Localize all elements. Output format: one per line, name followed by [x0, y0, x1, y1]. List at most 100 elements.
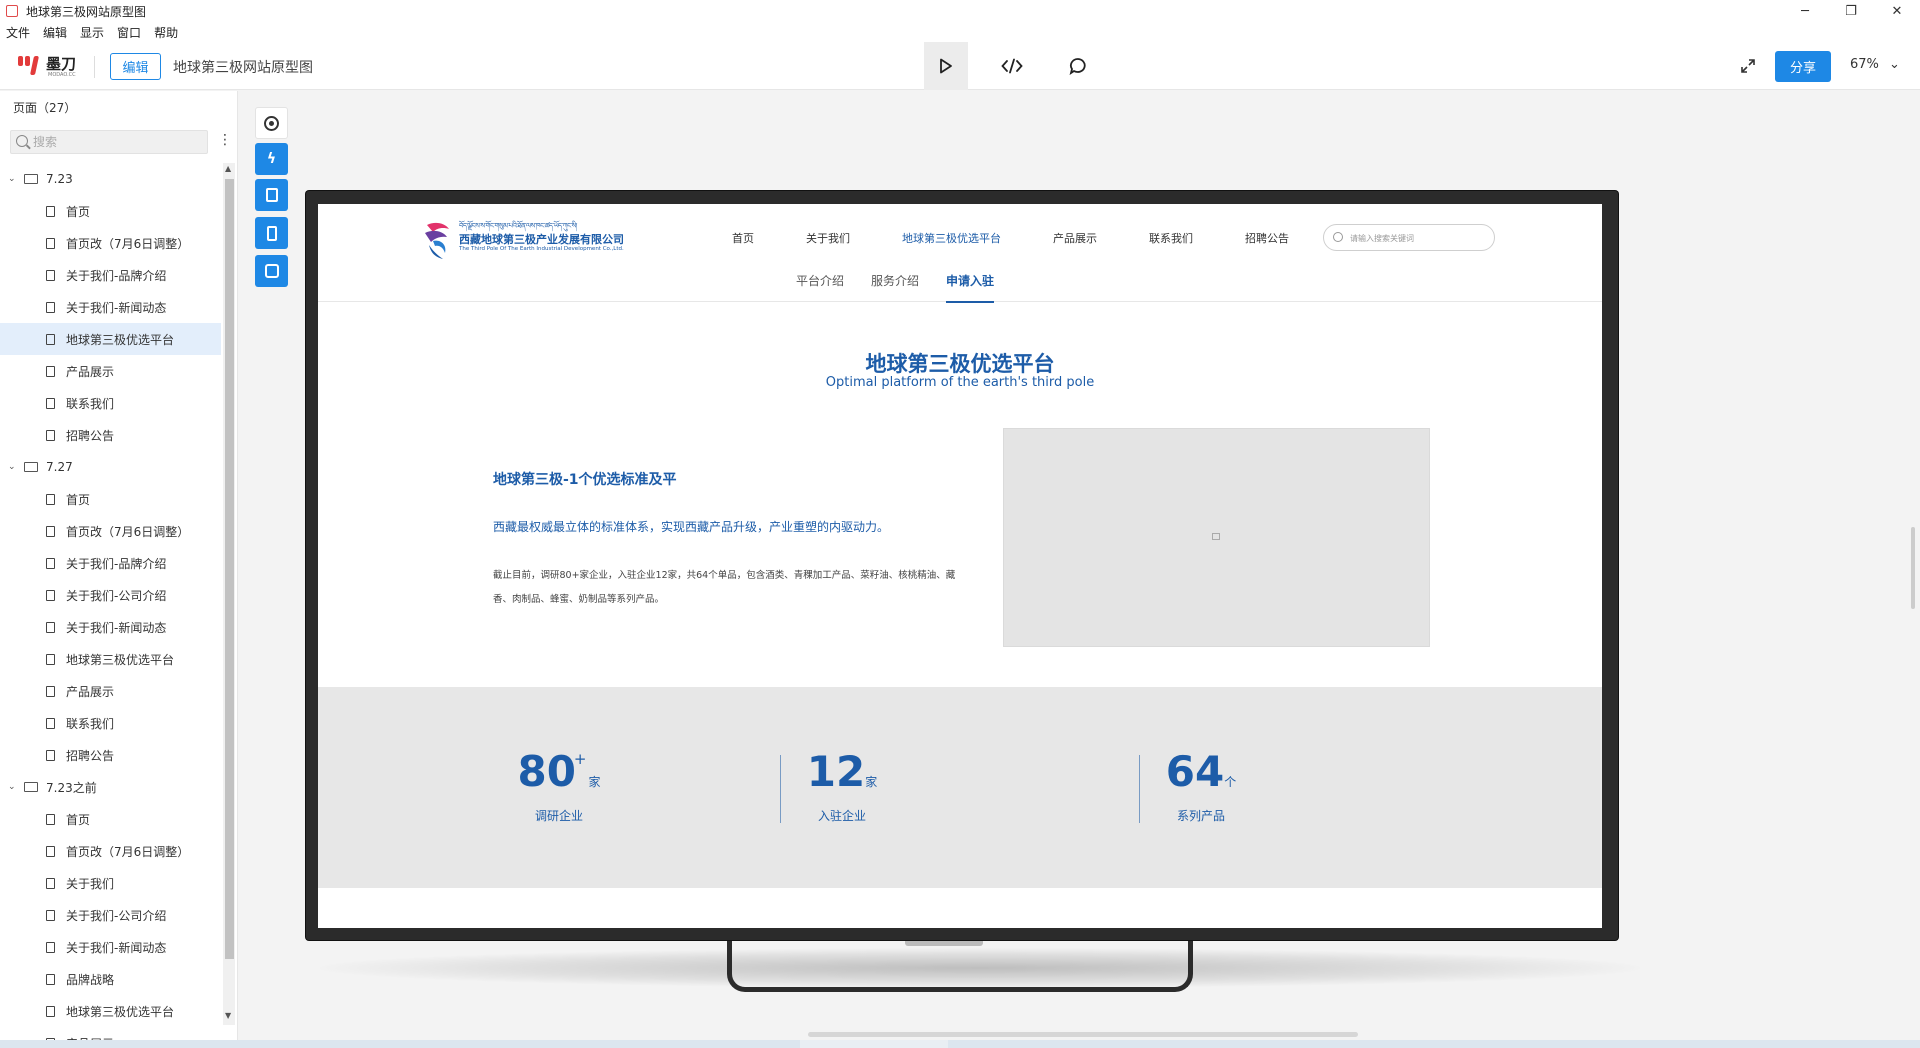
page-item[interactable]: 产品展示 — [0, 675, 221, 707]
tree-item-label: 首页改（7月6日调整） — [66, 844, 190, 859]
chevron-down-icon[interactable]: ⌄ — [8, 782, 18, 792]
zoom-select[interactable]: 67% ⌄ — [1850, 57, 1900, 72]
page-item[interactable]: 招聘公告 — [0, 419, 221, 451]
site-nav-platform[interactable]: 地球第三极优选平台 — [902, 230, 1001, 246]
app-logo[interactable]: 墨刀 MODAO.CC — [18, 53, 76, 78]
code-button[interactable] — [990, 42, 1034, 90]
page-search-input[interactable] — [33, 134, 203, 150]
page-item[interactable]: 联系我们 — [0, 387, 221, 419]
site-nav-products[interactable]: 产品展示 — [1053, 230, 1097, 246]
target-button[interactable] — [255, 107, 288, 139]
page-item[interactable]: 关于我们-品牌介绍 — [0, 547, 221, 579]
logo-mark-icon — [18, 53, 42, 75]
page-icon — [46, 845, 55, 857]
page-item[interactable]: 产品展示 — [0, 355, 221, 387]
menu-edit[interactable]: 编辑 — [43, 24, 67, 41]
fullscreen-icon[interactable] — [1738, 56, 1758, 76]
site-nav-about[interactable]: 关于我们 — [806, 230, 850, 246]
play-button[interactable] — [924, 42, 968, 90]
folder-icon — [24, 782, 38, 792]
site-nav-contact[interactable]: 联系我们 — [1149, 230, 1193, 246]
stat-plus: + — [573, 750, 587, 768]
tree-item-label: 关于我们-公司介绍 — [66, 588, 167, 603]
code-icon — [1001, 58, 1023, 74]
toggle-button[interactable] — [255, 255, 288, 287]
page-item[interactable]: 关于我们-新闻动态 — [0, 931, 221, 963]
page-item[interactable]: 地球第三极优选平台 — [0, 323, 221, 355]
site-search[interactable] — [1323, 224, 1495, 251]
minimize-button[interactable]: ─ — [1782, 0, 1828, 22]
page-icon — [46, 301, 55, 313]
subnav-platform-intro[interactable]: 平台介绍 — [796, 272, 844, 303]
folder-item[interactable]: ⌄ 7.23之前 — [0, 771, 221, 803]
chevron-down-icon[interactable]: ⌄ — [8, 174, 18, 184]
site-header: བོད་ལྗོངས་ས་གོང་གསུམ་པའི་ཐོན་ལས་ཁང་ཚད་ཡོ… — [318, 204, 1602, 303]
page-item[interactable]: 关于我们-公司介绍 — [0, 579, 221, 611]
subnav-service-intro[interactable]: 服务介绍 — [871, 272, 919, 303]
page-icon — [46, 749, 55, 761]
canvas-vertical-scrollbar[interactable] — [1911, 527, 1915, 609]
sidebar-scroll-thumb[interactable] — [225, 179, 234, 959]
tree-item-label: 首页 — [66, 204, 91, 219]
share-button[interactable]: 分享 — [1775, 51, 1831, 82]
stat-unit: 个 — [1224, 775, 1237, 789]
folder-item[interactable]: ⌄ 7.27 — [0, 451, 221, 483]
scroll-up-icon[interactable]: ▲ — [225, 164, 231, 173]
site-logo[interactable]: བོད་ལྗོངས་ས་གོང་གསུམ་པའི་ཐོན་ལས་ཁང་ཚད་ཡོ… — [423, 219, 624, 263]
preview-tools — [924, 42, 1122, 90]
tree-item-label: 地球第三极优选平台 — [66, 1004, 175, 1019]
page-item[interactable]: 首页改（7月6日调整） — [0, 835, 221, 867]
tv-stand-notch — [905, 940, 983, 946]
site-search-input[interactable] — [1350, 231, 1480, 245]
comment-button[interactable] — [1056, 42, 1100, 90]
page-item[interactable]: 地球第三极优选平台 — [0, 643, 221, 675]
zoom-value: 67% — [1850, 57, 1879, 72]
restore-button[interactable]: ❐ — [1828, 0, 1874, 22]
page-item[interactable]: 联系我们 — [0, 707, 221, 739]
page-item[interactable]: 首页 — [0, 483, 221, 515]
page-item[interactable]: 关于我们 — [0, 867, 221, 899]
menu-view[interactable]: 显示 — [80, 24, 104, 41]
chevron-down-icon[interactable]: ⌄ — [8, 462, 18, 472]
page-item[interactable]: 首页 — [0, 195, 221, 227]
device-button[interactable] — [255, 217, 288, 249]
edit-button[interactable]: 编辑 — [110, 53, 161, 80]
page-tree: ⌄ 7.23 首页 首页改（7月6日调整） 关于我们-品牌介绍 关于我们-新闻动态 地球第三… — [0, 163, 221, 1048]
more-options-icon[interactable]: ⋮ — [218, 132, 232, 148]
scroll-down-icon[interactable]: ▼ — [225, 1011, 231, 1020]
window-title: 地球第三极网站原型图 — [26, 4, 147, 19]
subnav-apply[interactable]: 申请入驻 — [946, 272, 995, 303]
menu-window[interactable]: 窗口 — [117, 24, 141, 41]
notes-button[interactable] — [255, 179, 288, 211]
intro-heading: 地球第三极-1个优选标准及平 — [493, 472, 677, 488]
page-item[interactable]: 首页 — [0, 803, 221, 835]
page-icon — [46, 333, 55, 345]
site-nav-home[interactable]: 首页 — [732, 230, 754, 246]
menu-file[interactable]: 文件 — [6, 24, 30, 41]
page-icon — [46, 365, 55, 377]
chevron-down-icon: ⌄ — [1889, 57, 1900, 72]
page-item[interactable]: 首页改（7月6日调整） — [0, 227, 221, 259]
sidebar-scrollbar[interactable]: ▲ ▼ — [223, 163, 235, 1025]
interaction-button[interactable]: ϟ — [255, 143, 288, 175]
folder-item[interactable]: ⌄ 7.23 — [0, 163, 221, 195]
prototype-screen[interactable]: བོད་ལྗོངས་ས་གོང་གསུམ་པའི་ཐོན་ལས་ཁང་ཚད་ཡོ… — [318, 204, 1602, 928]
page-item[interactable]: 关于我们-品牌介绍 — [0, 259, 221, 291]
page-item[interactable]: 首页改（7月6日调整） — [0, 515, 221, 547]
section-title: 地球第三极优选平台 — [865, 352, 1055, 376]
page-icon — [46, 429, 55, 441]
close-button[interactable]: ✕ — [1874, 0, 1920, 22]
page-item[interactable]: 关于我们-新闻动态 — [0, 291, 221, 323]
page-icon — [46, 557, 55, 569]
site-nav: 首页 关于我们 地球第三极优选平台 产品展示 联系我们 招聘公告 — [732, 230, 1341, 246]
page-item[interactable]: 招聘公告 — [0, 739, 221, 771]
site-nav-jobs[interactable]: 招聘公告 — [1245, 230, 1289, 246]
page-item[interactable]: 地球第三极优选平台 — [0, 995, 221, 1027]
page-item[interactable]: 品牌战略 — [0, 963, 221, 995]
menu-help[interactable]: 帮助 — [154, 24, 178, 41]
canvas-horizontal-scrollbar[interactable] — [808, 1032, 1358, 1037]
page-item[interactable]: 关于我们-新闻动态 — [0, 611, 221, 643]
page-item[interactable]: 关于我们-公司介绍 — [0, 899, 221, 931]
page-search[interactable] — [10, 130, 208, 154]
site-logo-cn: 西藏地球第三极产业发展有限公司 — [459, 233, 624, 246]
